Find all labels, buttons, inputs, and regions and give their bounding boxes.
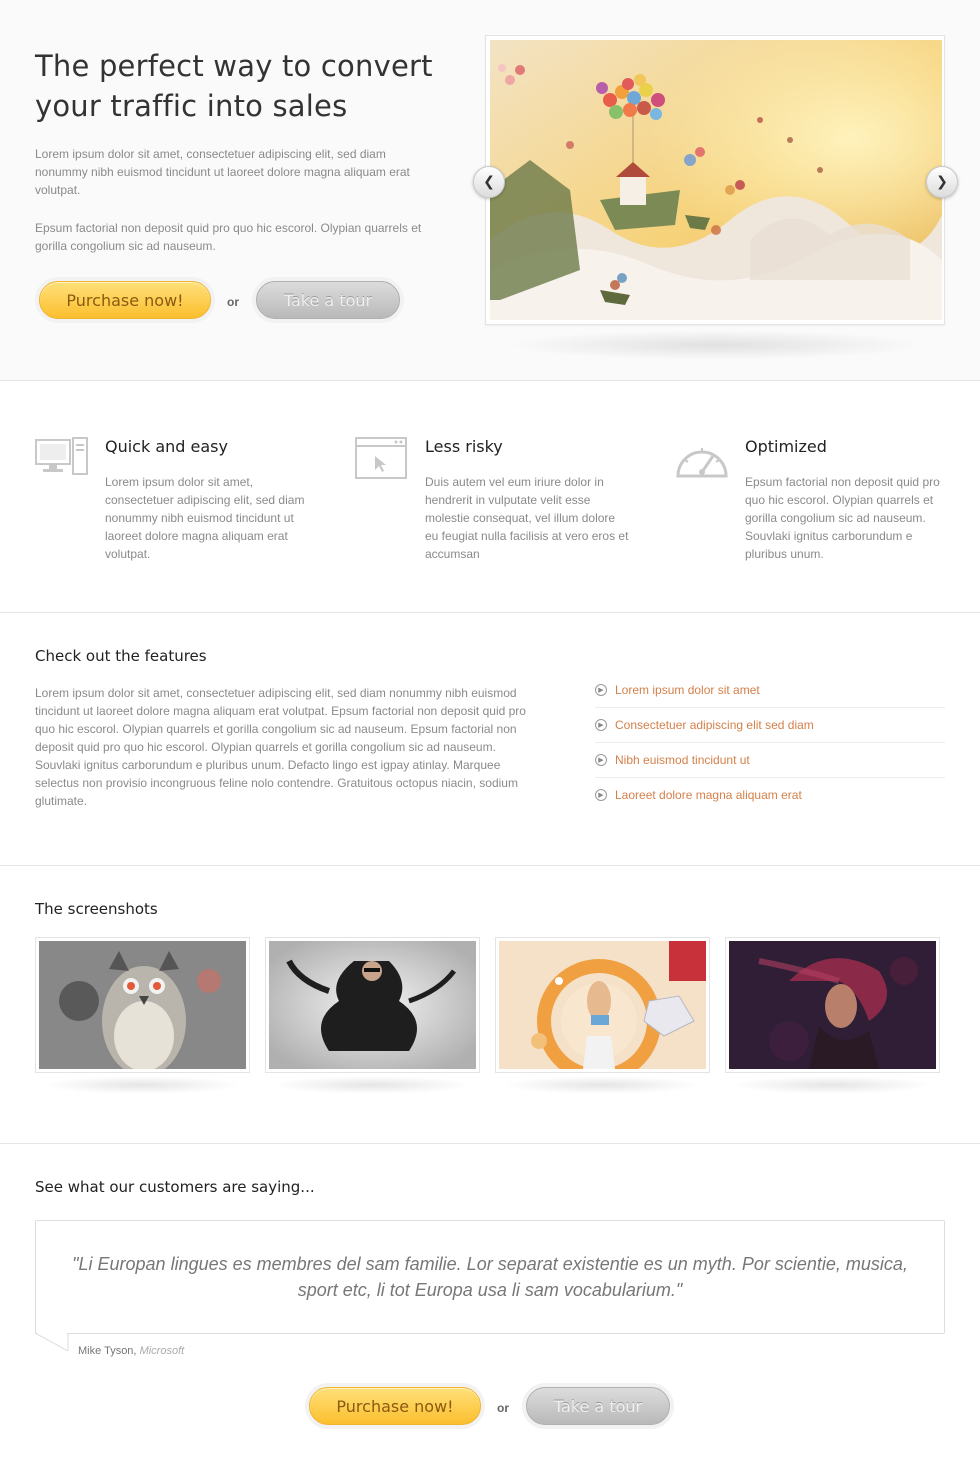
screenshot-thumb-woman[interactable]	[725, 937, 940, 1073]
benefit-title: Quick and easy	[105, 437, 228, 456]
feature-link[interactable]: Nibh euismod tincidunt ut	[615, 753, 750, 767]
testimonial-heading: See what our customers are saying...	[35, 1178, 315, 1196]
browser-cursor-icon	[355, 437, 407, 479]
list-item: ▶ Lorem ipsum dolor sit amet	[595, 673, 945, 708]
chevron-right-icon: ❯	[936, 174, 948, 190]
benefit-text: Duis autem vel eum iriure dolor in hendr…	[425, 475, 629, 561]
screenshot-thumb-owl[interactable]	[35, 937, 250, 1073]
list-item: ▶ Nibh euismod tincidunt ut	[595, 743, 945, 778]
features-heading: Check out the features	[35, 647, 207, 665]
benefit-text: Epsum factorial non deposit quid pro quo…	[745, 475, 940, 561]
monitor-icon	[35, 437, 88, 475]
benefit-less-risky: Less risky Duis autem vel eum iriure dol…	[355, 430, 655, 570]
thumb-shadow	[272, 1076, 472, 1094]
arrow-circle-icon: ▶	[595, 684, 607, 696]
hero-tour-button[interactable]: Take a tour	[256, 281, 400, 319]
slider-next-button[interactable]: ❯	[926, 166, 958, 198]
chevron-left-icon: ❮	[483, 174, 495, 190]
slider-shadow	[505, 330, 925, 360]
divider	[0, 1143, 980, 1144]
hero-tour-wrap: Take a tour	[252, 277, 404, 323]
testimonial-author: Mike Tyson, Microsoft	[78, 1345, 184, 1357]
hero-paragraph-2: Epsum factorial non deposit quid pro quo…	[35, 221, 422, 253]
footer-tour-button[interactable]: Take a tour	[526, 1387, 670, 1425]
benefit-text: Lorem ipsum dolor sit amet, consectetuer…	[105, 475, 305, 561]
hero-title: The perfect way to convert your traffic …	[35, 49, 433, 123]
author-name: Mike Tyson,	[78, 1345, 137, 1357]
features-text: Lorem ipsum dolor sit amet, consectetuer…	[35, 686, 526, 808]
screenshot-thumb-dancer[interactable]	[495, 937, 710, 1073]
arrow-circle-icon: ▶	[595, 754, 607, 766]
image-slider[interactable]	[485, 35, 945, 325]
thumb-shadow	[732, 1076, 932, 1094]
speedometer-icon	[676, 448, 728, 478]
benefit-quick-and-easy: Quick and easy Lorem ipsum dolor sit ame…	[35, 430, 335, 570]
list-item: ▶ Laoreet dolore magna aliquam erat	[595, 778, 945, 813]
benefit-optimized: Optimized Epsum factorial non deposit qu…	[675, 430, 975, 570]
thumb-shadow	[42, 1076, 242, 1094]
list-item: ▶ Consectetuer adipiscing elit sed diam	[595, 708, 945, 743]
arrow-circle-icon: ▶	[595, 719, 607, 731]
features-list: ▶ Lorem ipsum dolor sit amet ▶ Consectet…	[595, 673, 945, 813]
divider	[0, 865, 980, 866]
divider	[0, 612, 980, 613]
thumb-shadow	[502, 1076, 702, 1094]
feature-link[interactable]: Laoreet dolore magna aliquam erat	[615, 788, 802, 802]
hero-section: The perfect way to convert your traffic …	[0, 0, 980, 381]
hero-or-label: or	[227, 295, 239, 309]
feature-link[interactable]: Lorem ipsum dolor sit amet	[615, 683, 760, 697]
testimonial-quote-box: "Li Europan lingues es membres del sam f…	[35, 1220, 945, 1334]
footer-purchase-button[interactable]: Purchase now!	[309, 1387, 481, 1425]
screenshot-thumb-splash[interactable]	[265, 937, 480, 1073]
testimonial-quote: "Li Europan lingues es membres del sam f…	[72, 1254, 908, 1300]
feature-link[interactable]: Consectetuer adipiscing elit sed diam	[615, 718, 814, 732]
hero-paragraph-1: Lorem ipsum dolor sit amet, consectetuer…	[35, 147, 410, 197]
author-company: Microsoft	[139, 1345, 185, 1357]
hero-purchase-button[interactable]: Purchase now!	[39, 281, 211, 319]
arrow-circle-icon: ▶	[595, 789, 607, 801]
footer-purchase-wrap: Purchase now!	[305, 1383, 485, 1429]
slider-prev-button[interactable]: ❮	[473, 166, 505, 198]
slider-image-balloons	[490, 40, 942, 320]
benefit-title: Less risky	[425, 437, 503, 456]
benefit-title: Optimized	[745, 437, 827, 456]
footer-tour-wrap: Take a tour	[522, 1383, 674, 1429]
screenshots-heading: The screenshots	[35, 900, 158, 918]
footer-or-label: or	[497, 1401, 509, 1415]
speech-tail-icon	[35, 1333, 69, 1351]
hero-purchase-wrap: Purchase now!	[35, 277, 215, 323]
